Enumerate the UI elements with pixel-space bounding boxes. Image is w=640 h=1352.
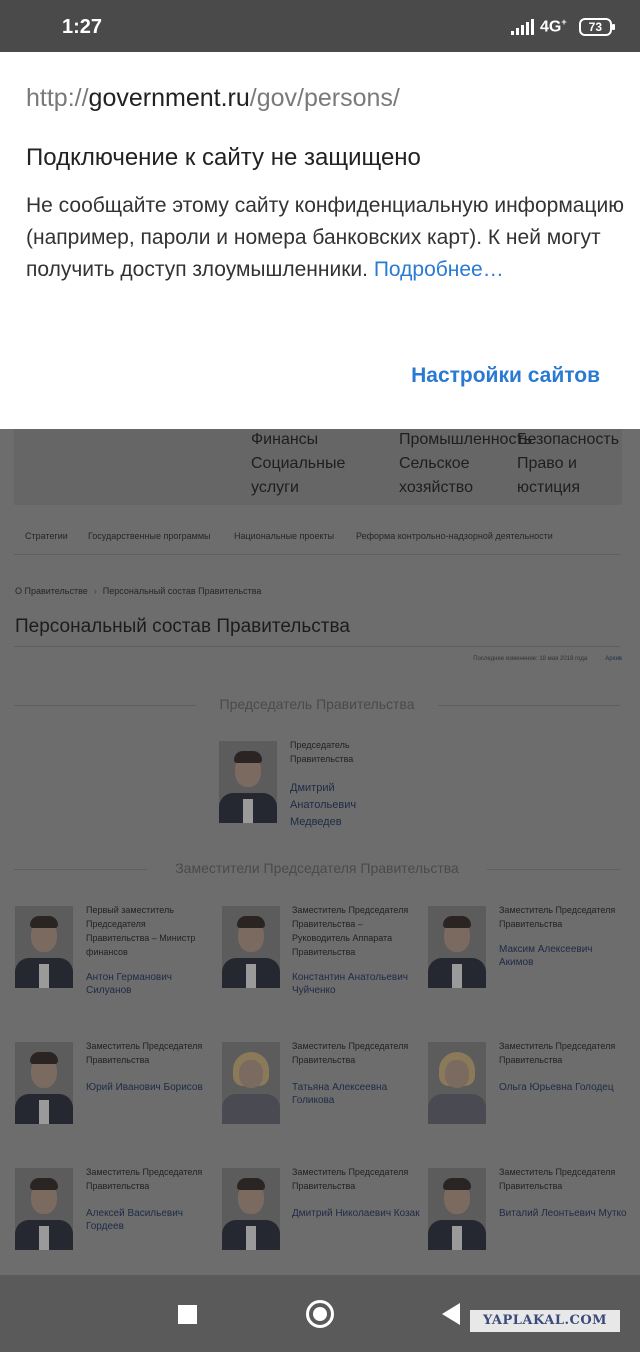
sub-navigation: Стратегии Государственные программы Наци… xyxy=(14,525,620,555)
menu-column-2: Промышленность Сельское хозяйство xyxy=(399,429,532,500)
deputy-role: Первый заместитель Председателя Правител… xyxy=(86,905,196,957)
menu-column-1: Финансы Социальные услуги xyxy=(251,429,345,500)
deputy-role: Заместитель Председателя Правительства xyxy=(292,1167,409,1191)
menu-item-agriculture[interactable]: Сельское хозяйство xyxy=(399,452,532,500)
page-content: Финансы Социальные услуги Промышленность … xyxy=(0,429,640,1275)
clock: 1:27 xyxy=(62,16,103,38)
deputy-photo[interactable] xyxy=(15,906,73,988)
deputy-role: Заместитель Председателя Правительства xyxy=(499,1167,616,1191)
deputy-photo[interactable] xyxy=(15,1168,73,1250)
deputy-photo[interactable] xyxy=(428,1168,486,1250)
home-icon[interactable] xyxy=(306,1300,334,1328)
deputy-photo[interactable] xyxy=(222,1168,280,1250)
deputy-photo[interactable] xyxy=(428,906,486,988)
chairman-role: Председатель Правительства xyxy=(290,740,354,764)
deputy-name[interactable]: Антон Германович Силуанов xyxy=(86,971,214,997)
popup-title: Подключение к сайту не защищено xyxy=(26,144,421,171)
deputy-photo[interactable] xyxy=(222,906,280,988)
breadcrumb: О Правительстве › Персональный состав Прав… xyxy=(15,586,261,596)
chairman-name[interactable]: Дмитрий Анатольевич Медведев xyxy=(290,780,390,831)
divider xyxy=(14,646,620,647)
deputy-name[interactable]: Алексей Васильевич Гордеев xyxy=(86,1207,214,1233)
breadcrumb-current: Персональный состав Правительства xyxy=(102,586,262,596)
back-icon[interactable] xyxy=(442,1303,460,1325)
deputy-role: Заместитель Председателя Правительства xyxy=(86,1167,203,1191)
signal-icon xyxy=(511,18,535,35)
watermark: YAPLAKAL.COM xyxy=(470,1310,620,1332)
subnav-national-projects[interactable]: Национальные проекты xyxy=(234,531,334,541)
subnav-strategies[interactable]: Стратегии xyxy=(25,531,68,541)
menu-item-security[interactable]: Безопасность xyxy=(517,429,619,452)
learn-more-link[interactable]: Подробнее… xyxy=(374,258,504,281)
status-bar: 1:27 4G+ 73 xyxy=(0,0,640,52)
network-type: 4G+ xyxy=(540,17,567,36)
deputy-name[interactable]: Татьяна Алексеевна Голикова xyxy=(292,1081,420,1107)
archive-link[interactable]: Архив xyxy=(605,656,622,662)
deputy-role: Заместитель Председателя Правительства xyxy=(499,905,616,929)
subnav-reform[interactable]: Реформа контрольно-надзорной деятельност… xyxy=(356,531,553,541)
deputy-photo[interactable] xyxy=(15,1042,73,1124)
breadcrumb-about[interactable]: О Правительстве xyxy=(15,586,88,596)
menu-item-finance[interactable]: Финансы xyxy=(251,429,345,452)
deputy-name[interactable]: Ольга Юрьевна Голодец xyxy=(499,1081,629,1094)
menu-item-social[interactable]: Социальные услуги xyxy=(251,452,345,500)
deputy-name[interactable]: Виталий Леонтьевич Мутко xyxy=(499,1207,627,1220)
chevron-right-icon: › xyxy=(93,586,97,596)
recent-apps-icon[interactable] xyxy=(178,1305,197,1324)
deputy-role: Заместитель Председателя Правительства xyxy=(292,1041,409,1065)
menu-item-law[interactable]: Право и юстиция xyxy=(517,452,619,500)
deputy-role: Заместитель Председателя Правительства xyxy=(86,1041,203,1065)
deputy-photo[interactable] xyxy=(222,1042,280,1124)
menu-item-industry[interactable]: Промышленность xyxy=(399,429,532,452)
deputy-name[interactable]: Константин Анатольевич Чуйченко xyxy=(292,971,420,997)
deputy-photo[interactable] xyxy=(428,1042,486,1124)
deputy-name[interactable]: Дмитрий Николаевич Козак xyxy=(292,1207,420,1220)
menu-column-3: Безопасность Право и юстиция xyxy=(517,429,619,500)
battery-icon: 73 xyxy=(578,17,616,36)
site-url: http://government.ru/gov/persons/ xyxy=(26,84,400,112)
deputy-name[interactable]: Максим Алексеевич Акимов xyxy=(499,943,627,969)
page-title: Персональный состав Правительства xyxy=(15,616,350,637)
subnav-state-programs[interactable]: Государственные программы xyxy=(88,531,210,541)
deputy-role: Заместитель Председателя Правительства –… xyxy=(292,905,409,957)
connection-info-popup: http://government.ru/gov/persons/ Подклю… xyxy=(0,52,640,429)
deputies-section-title: Заместители Председателя Правительства xyxy=(14,860,620,876)
site-settings-button[interactable]: Настройки сайтов xyxy=(411,364,600,388)
chairman-section-title: Председатель Правительства xyxy=(14,696,620,712)
chairman-photo[interactable] xyxy=(219,741,277,823)
last-updated: Последнее изменение: 18 мая 2018 года Арх… xyxy=(473,656,622,662)
popup-message: Не сообщайте этому сайту конфиденциальну… xyxy=(26,194,624,281)
system-nav-bar: YAPLAKAL.COM xyxy=(0,1275,640,1352)
deputy-role: Заместитель Председателя Правительства xyxy=(499,1041,616,1065)
deputy-name[interactable]: Юрий Иванович Борисов xyxy=(86,1081,214,1094)
